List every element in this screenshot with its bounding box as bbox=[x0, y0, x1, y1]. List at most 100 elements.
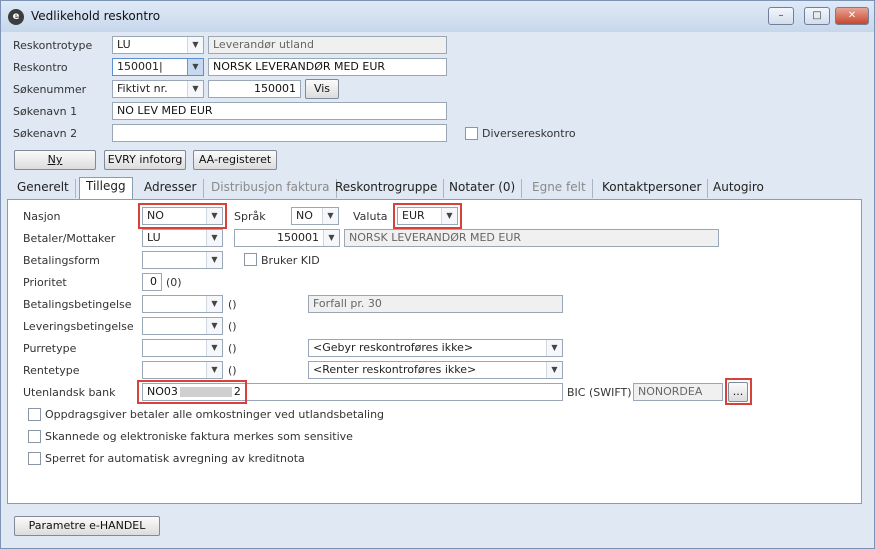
chevron-down-icon: ▼ bbox=[323, 230, 339, 246]
chevron-down-icon: ▼ bbox=[187, 59, 203, 75]
rentetype-select[interactable]: ▼ bbox=[142, 361, 223, 379]
valuta-label: Valuta bbox=[353, 210, 388, 223]
leveringsbetingelse-select[interactable]: ▼ bbox=[142, 317, 223, 335]
bruker-kid-label: Bruker KID bbox=[261, 254, 320, 267]
tab-autogiro[interactable]: Autogiro bbox=[707, 179, 770, 198]
nasjon-highlight bbox=[138, 203, 227, 229]
sokenummer-field[interactable]: 150001 bbox=[208, 80, 301, 98]
betaler-name-field: NORSK LEVERANDØR MED EUR bbox=[344, 229, 719, 247]
close-button[interactable]: ✕ bbox=[835, 7, 869, 25]
bic-lookup-highlight bbox=[725, 378, 752, 405]
reskontro-value: 150001 bbox=[117, 60, 159, 73]
tab-tillegg[interactable]: Tillegg bbox=[79, 177, 133, 199]
leveringsbetingelse-label: Leveringsbetingelse bbox=[23, 320, 134, 333]
betaler-number-value: 150001 bbox=[277, 231, 319, 244]
renter-select[interactable]: <Renter reskontroføres ikke> ▼ bbox=[308, 361, 563, 379]
tab-adresser[interactable]: Adresser bbox=[138, 179, 204, 198]
tab-bar: Generelt Tillegg Adresser Distribusjon f… bbox=[7, 177, 862, 199]
diversereskontro-checkbox[interactable] bbox=[465, 127, 478, 140]
main-window: e Vedlikehold reskontro – □ ✕ Reskontrot… bbox=[0, 0, 875, 549]
tab-notater[interactable]: Notater (0) bbox=[443, 179, 523, 198]
bic-field: NONORDEA bbox=[633, 383, 723, 401]
chevron-down-icon: ▼ bbox=[206, 252, 222, 268]
betalingsform-label: Betalingsform bbox=[23, 254, 100, 267]
purretype-select[interactable]: ▼ bbox=[142, 339, 223, 357]
prioritet-label: Prioritet bbox=[23, 276, 67, 289]
gebyr-value: <Gebyr reskontroføres ikke> bbox=[313, 341, 474, 354]
betaler-type-value: LU bbox=[147, 231, 161, 244]
reskontrotype-description: Leverandør utland bbox=[208, 36, 447, 54]
chevron-down-icon: ▼ bbox=[206, 362, 222, 378]
sokenavn1-field[interactable]: NO LEV MED EUR bbox=[112, 102, 447, 120]
prioritet-description: (0) bbox=[166, 276, 182, 289]
renter-value: <Renter reskontroføres ikke> bbox=[313, 363, 477, 376]
leveringsbetingelse-description: () bbox=[228, 320, 237, 333]
chevron-down-icon: ▼ bbox=[206, 296, 222, 312]
sokenummer-type-select[interactable]: Fiktivt nr. ▼ bbox=[112, 80, 204, 98]
reskontro-select[interactable]: 150001| ▼ bbox=[112, 58, 204, 76]
sensitive-checkbox[interactable] bbox=[28, 430, 41, 443]
utenlandsk-bank-label: Utenlandsk bank bbox=[23, 386, 116, 399]
oppdragsgiver-label: Oppdragsgiver betaler alle omkostninger … bbox=[45, 408, 385, 421]
utenlandsk-bank-highlight bbox=[137, 380, 247, 404]
betalingsbetingelse-select[interactable]: ▼ bbox=[142, 295, 223, 313]
betaler-type-select[interactable]: LU ▼ bbox=[142, 229, 223, 247]
betalingsbetingelse-description: () bbox=[228, 298, 237, 311]
reskontro-name-field[interactable]: NORSK LEVERANDØR MED EUR bbox=[208, 58, 447, 76]
forfall-field: Forfall pr. 30 bbox=[308, 295, 563, 313]
chevron-down-icon: ▼ bbox=[206, 230, 222, 246]
bic-label: BIC (SWIFT) bbox=[567, 386, 632, 399]
chevron-down-icon: ▼ bbox=[546, 362, 562, 378]
betaler-number-select[interactable]: 150001 ▼ bbox=[234, 229, 340, 247]
maximize-button[interactable]: □ bbox=[804, 7, 830, 25]
sokenavn2-label: Søkenavn 2 bbox=[13, 127, 78, 140]
reskontrotype-label: Reskontrotype bbox=[13, 39, 93, 52]
sokenavn2-field[interactable] bbox=[112, 124, 447, 142]
chevron-down-icon: ▼ bbox=[187, 37, 203, 53]
diversereskontro-label: Diversereskontro bbox=[482, 127, 576, 140]
window-title: Vedlikehold reskontro bbox=[31, 9, 161, 23]
valuta-highlight bbox=[393, 203, 462, 229]
sokenummer-label: Søkenummer bbox=[13, 83, 87, 96]
oppdragsgiver-checkbox[interactable] bbox=[28, 408, 41, 421]
reskontro-label: Reskontro bbox=[13, 61, 68, 74]
title-bar: e Vedlikehold reskontro – □ ✕ bbox=[1, 1, 874, 32]
sensitive-label: Skannede og elektroniske faktura merkes … bbox=[45, 430, 353, 443]
chevron-down-icon: ▼ bbox=[322, 208, 338, 224]
sperret-checkbox[interactable] bbox=[28, 452, 41, 465]
vis-button[interactable]: Vis bbox=[305, 79, 339, 99]
sokenummer-type-value: Fiktivt nr. bbox=[117, 82, 168, 95]
tab-reskontrogruppe[interactable]: Reskontrogruppe bbox=[329, 179, 445, 198]
betalingsform-select[interactable]: ▼ bbox=[142, 251, 223, 269]
rentetype-description: () bbox=[228, 364, 237, 377]
reskontrotype-select[interactable]: LU ▼ bbox=[112, 36, 204, 54]
app-logo-icon: e bbox=[8, 9, 24, 25]
betalingsbetingelse-label: Betalingsbetingelse bbox=[23, 298, 132, 311]
sperret-label: Sperret for automatisk avregning av kred… bbox=[45, 452, 305, 465]
aa-registeret-button[interactable]: AA-registeret bbox=[193, 150, 277, 170]
chevron-down-icon: ▼ bbox=[206, 340, 222, 356]
ny-button[interactable]: Ny bbox=[14, 150, 96, 170]
reskontrotype-value: LU bbox=[117, 38, 131, 51]
purretype-description: () bbox=[228, 342, 237, 355]
minimize-button[interactable]: – bbox=[768, 7, 794, 25]
prioritet-field[interactable]: 0 bbox=[142, 273, 162, 291]
chevron-down-icon: ▼ bbox=[206, 318, 222, 334]
chevron-down-icon: ▼ bbox=[546, 340, 562, 356]
rentetype-label: Rentetype bbox=[23, 364, 80, 377]
gebyr-select[interactable]: <Gebyr reskontroføres ikke> ▼ bbox=[308, 339, 563, 357]
sprak-select[interactable]: NO ▼ bbox=[291, 207, 339, 225]
tab-kontaktpersoner[interactable]: Kontaktpersoner bbox=[596, 179, 709, 198]
purretype-label: Purretype bbox=[23, 342, 77, 355]
sokenavn1-label: Søkenavn 1 bbox=[13, 105, 78, 118]
tab-egne-felt[interactable]: Egne felt bbox=[526, 179, 593, 198]
sprak-value: NO bbox=[296, 209, 313, 222]
tab-generelt[interactable]: Generelt bbox=[11, 179, 76, 198]
parametre-ehandel-button[interactable]: Parametre e-HANDEL bbox=[14, 516, 160, 536]
evry-infotorg-button[interactable]: EVRY infotorg bbox=[104, 150, 186, 170]
betaler-mottaker-label: Betaler/Mottaker bbox=[23, 232, 116, 245]
tab-distribusjon-faktura[interactable]: Distribusjon faktura bbox=[205, 179, 337, 198]
sprak-label: Språk bbox=[234, 210, 266, 223]
bruker-kid-checkbox[interactable] bbox=[244, 253, 257, 266]
nasjon-label: Nasjon bbox=[23, 210, 61, 223]
